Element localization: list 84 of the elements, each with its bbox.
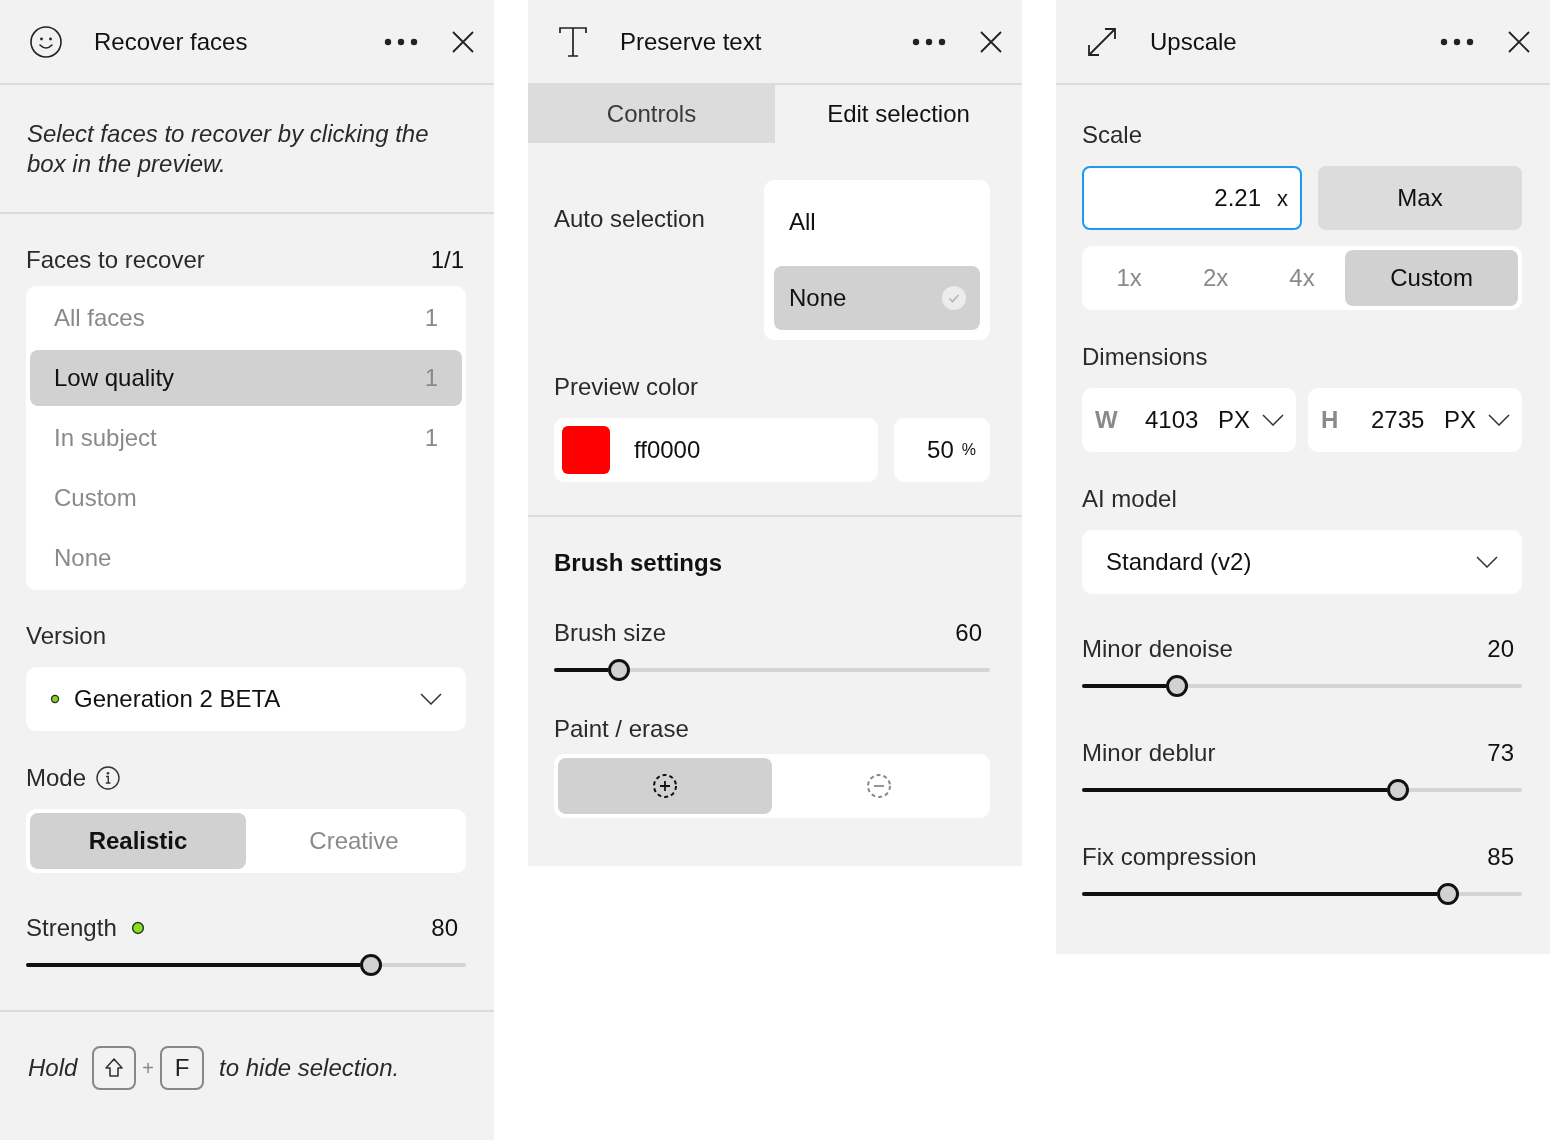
tab[interactable]: Controls xyxy=(528,85,775,143)
axis-label: H xyxy=(1321,405,1340,435)
tab[interactable]: Edit selection xyxy=(775,85,1022,143)
scale-preset[interactable]: Custom xyxy=(1345,250,1518,306)
dimension-value: 4103 xyxy=(1145,405,1199,435)
keyboard-key: F xyxy=(160,1046,205,1090)
section-heading: Brush settings xyxy=(554,549,724,577)
slider-label: Minor deblur xyxy=(1082,739,1216,767)
chevron-down-icon xyxy=(1476,556,1498,568)
more-icon[interactable] xyxy=(1440,37,1474,46)
selection-option[interactable]: None xyxy=(774,266,980,330)
slider-thumb[interactable] xyxy=(607,659,630,681)
shift-arrow-icon xyxy=(104,1057,125,1079)
option-count: 1 xyxy=(424,363,438,393)
description-text: Select faces to recover by clicking the box in the preview. xyxy=(27,119,430,179)
slider-thumb[interactable] xyxy=(360,954,383,976)
list-option[interactable]: Low quality 1 xyxy=(30,350,462,406)
dimension-input[interactable]: H 2735 PX xyxy=(1308,388,1522,452)
section-label: Mode xyxy=(26,764,87,792)
slider-label: Fix compression xyxy=(1082,843,1257,871)
section-label: AI model xyxy=(1082,485,1178,513)
slider-thumb[interactable] xyxy=(1387,779,1410,801)
color-hex-value: ff0000 xyxy=(634,435,701,465)
unit-label: % xyxy=(961,440,976,460)
section-label: Faces to recover xyxy=(26,246,205,274)
scale-value: 2.21 xyxy=(1214,183,1261,213)
dimension-value: 2735 xyxy=(1371,405,1425,435)
panel-title: Recover faces xyxy=(94,27,249,56)
axis-label: W xyxy=(1095,405,1117,435)
opacity-input[interactable]: 50 % xyxy=(894,418,990,482)
section-label: Version xyxy=(26,622,108,650)
info-icon[interactable] xyxy=(96,766,121,790)
unit-dropdown[interactable]: PX xyxy=(1218,402,1284,438)
check-circle-icon xyxy=(942,286,966,310)
unit-dropdown[interactable]: PX xyxy=(1444,402,1510,438)
slider-label: Strength xyxy=(26,914,117,942)
more-icon[interactable] xyxy=(384,37,418,46)
section-label: Auto selection xyxy=(554,205,706,233)
panel-title: Preserve text xyxy=(620,27,763,56)
smiley-face-icon xyxy=(30,25,62,58)
slider-value: 80 xyxy=(431,914,459,942)
section-label: Preview color xyxy=(554,373,700,401)
status-dot-icon xyxy=(130,921,145,935)
dashed-circle-minus-icon xyxy=(866,773,892,799)
chevron-down-icon xyxy=(420,693,442,705)
slider-label: Minor denoise xyxy=(1082,635,1233,663)
more-icon[interactable] xyxy=(912,37,946,46)
chevron-down-icon xyxy=(1262,414,1284,426)
model-dropdown[interactable]: Standard (v2) xyxy=(1082,530,1522,594)
dimension-input[interactable]: W 4103 PX xyxy=(1082,388,1296,452)
option-count: 1 xyxy=(424,423,438,453)
chevron-down-icon xyxy=(1488,414,1510,426)
version-dropdown[interactable]: Generation 2 BETA xyxy=(26,667,466,731)
hint-text: Hold xyxy=(28,1053,78,1083)
letter-t-icon xyxy=(558,25,588,58)
tool-toggle[interactable] xyxy=(558,758,772,814)
slider-thumb[interactable] xyxy=(1437,883,1460,905)
color-input[interactable]: ff0000 xyxy=(554,418,878,482)
diagonal-arrows-icon xyxy=(1086,25,1118,58)
option-count: 1 xyxy=(424,303,438,333)
max-button[interactable]: Max xyxy=(1318,166,1522,230)
close-icon[interactable] xyxy=(452,30,474,53)
scale-input[interactable]: 2.21 x xyxy=(1082,166,1302,230)
mode-option[interactable]: Realistic xyxy=(30,813,246,869)
face-count: 1/1 xyxy=(430,246,465,274)
slider-value: 85 xyxy=(1487,843,1515,871)
hint-text: to hide selection. xyxy=(219,1053,400,1083)
plus-sign: + xyxy=(142,1056,155,1081)
panel-title: Upscale xyxy=(1150,27,1238,56)
slider-value: 20 xyxy=(1487,635,1515,663)
selection-option[interactable]: All xyxy=(774,190,980,254)
close-icon[interactable] xyxy=(980,30,1002,53)
slider-value: 60 xyxy=(955,619,983,647)
slider-label: Brush size xyxy=(554,619,667,647)
dashed-circle-plus-icon xyxy=(652,773,678,799)
section-label: Scale xyxy=(1082,121,1144,149)
unit-suffix: x xyxy=(1277,184,1288,213)
section-label: Paint / erase xyxy=(554,715,690,743)
slider-value: 73 xyxy=(1487,739,1515,767)
status-dot-icon xyxy=(50,694,60,704)
section-label: Dimensions xyxy=(1082,343,1209,371)
slider-thumb[interactable] xyxy=(1165,675,1188,697)
close-icon[interactable] xyxy=(1508,30,1530,53)
opacity-value: 50 xyxy=(927,435,954,465)
